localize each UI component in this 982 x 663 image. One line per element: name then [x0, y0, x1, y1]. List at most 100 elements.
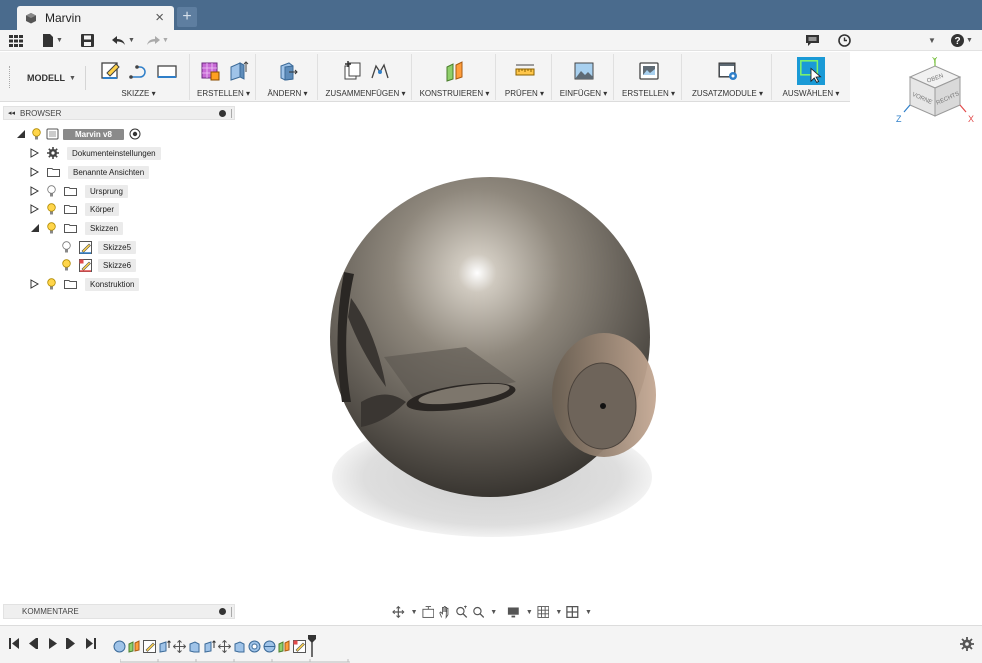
timeline-last-icon[interactable]	[86, 638, 96, 649]
create-sketch-icon[interactable]	[100, 60, 122, 82]
comments-add-icon[interactable]	[219, 608, 226, 615]
scripts-addins-icon[interactable]	[717, 60, 739, 82]
browser-item-document-settings[interactable]: Dokumenteinstellungen	[30, 145, 161, 161]
expanded-triangle-icon[interactable]	[16, 129, 26, 139]
timeline-sphere-feature-icon[interactable]	[113, 640, 126, 653]
insert-image-icon[interactable]	[573, 60, 595, 82]
close-tab-icon[interactable]: ×	[155, 9, 164, 26]
activate-radio-icon[interactable]	[129, 128, 141, 140]
timeline-marker-icon[interactable]	[308, 635, 316, 657]
visibility-bulb-icon[interactable]	[47, 203, 56, 215]
collapsed-triangle-icon[interactable]	[30, 204, 39, 214]
timeline-settings-gear-icon[interactable]	[960, 637, 974, 651]
history-clock-icon[interactable]	[838, 32, 851, 49]
undo-icon[interactable]: ▼	[112, 32, 135, 49]
render-icon[interactable]	[638, 60, 660, 82]
ribbon-grip[interactable]	[9, 66, 11, 88]
hidden-bulb-icon[interactable]	[47, 185, 56, 197]
browser-root-row[interactable]: Marvin v8	[16, 126, 141, 142]
timeline-sketch-feature-icon[interactable]	[143, 639, 156, 653]
ribbon-group-make[interactable]: ERSTELLEN ▾	[616, 54, 682, 100]
ribbon-group-modify[interactable]: ÄNDERN ▾	[258, 54, 318, 100]
visibility-bulb-icon[interactable]	[32, 128, 41, 140]
timeline-sketch6-feature-icon[interactable]	[293, 639, 306, 653]
timeline-move2-feature-icon[interactable]	[218, 639, 231, 653]
timeline-extrude-feature-icon[interactable]	[158, 639, 171, 653]
select-tool-icon[interactable]	[797, 57, 825, 85]
timeline-previous-icon[interactable]	[28, 638, 38, 649]
comment-icon[interactable]	[806, 32, 819, 49]
browser-item-label: Skizze6	[98, 258, 137, 272]
redo-icon[interactable]: ▼	[146, 32, 169, 49]
timeline-move-feature-icon[interactable]	[173, 639, 186, 653]
collapsed-triangle-icon[interactable]	[30, 167, 39, 177]
help-icon[interactable]: ? ▼	[951, 32, 973, 49]
timeline-track[interactable]	[113, 635, 316, 657]
ribbon-group-select[interactable]: AUSWÄHLEN ▾	[774, 54, 848, 100]
grid-settings-icon[interactable]	[537, 605, 550, 619]
new-tab-button[interactable]: +	[177, 7, 197, 27]
timeline-pressPull-feature-icon[interactable]	[188, 640, 201, 653]
line-tool-icon[interactable]	[128, 60, 150, 82]
new-component-icon[interactable]	[341, 60, 363, 82]
timeline-shell-feature-icon[interactable]	[248, 640, 261, 653]
display-settings-icon[interactable]	[507, 605, 520, 619]
ribbon-group-create[interactable]: ERSTELLEN ▾	[192, 54, 256, 100]
timeline-pressPull2-feature-icon[interactable]	[233, 640, 246, 653]
browser-item-bodies[interactable]: Körper	[30, 201, 120, 217]
ribbon-group-assemble[interactable]: ZUSAMMENFÜGEN ▾	[320, 54, 412, 100]
browser-item-construction[interactable]: Konstruktion	[30, 276, 140, 292]
save-icon[interactable]	[81, 32, 94, 49]
measure-icon[interactable]	[514, 60, 536, 82]
browser-item-sketch6[interactable]: Skizze6	[62, 257, 137, 273]
expanded-triangle-icon[interactable]	[30, 223, 40, 233]
ribbon-group-sketch[interactable]: SKIZZE ▾	[88, 54, 190, 100]
ribbon-group-insert[interactable]: EINFÜGEN ▾	[554, 54, 614, 100]
comments-resize-handle[interactable]	[231, 607, 232, 617]
browser-resize-handle[interactable]	[231, 109, 232, 118]
collapsed-triangle-icon[interactable]	[30, 186, 39, 196]
timeline-next-icon[interactable]	[66, 638, 76, 649]
file-menu-icon[interactable]: ▼	[42, 32, 63, 49]
comments-panel-header[interactable]: KOMMENTARE	[3, 604, 235, 619]
timeline-plane-feature-icon[interactable]	[128, 639, 141, 653]
timeline-extrude2-feature-icon[interactable]	[203, 639, 216, 653]
collapse-browser-icon[interactable]: ◂◂	[8, 109, 15, 117]
press-pull-icon[interactable]	[277, 60, 299, 82]
browser-item-sketches[interactable]: Skizzen	[30, 220, 124, 236]
extrude-icon[interactable]	[227, 60, 249, 82]
browser-item-named-views[interactable]: Benannte Ansichten	[30, 164, 150, 180]
collapsed-triangle-icon[interactable]	[30, 279, 39, 289]
hidden-bulb-icon[interactable]	[62, 241, 71, 253]
collapsed-triangle-icon[interactable]	[30, 148, 39, 158]
browser-item-origin[interactable]: Ursprung	[30, 183, 128, 199]
document-tab[interactable]: Marvin ×	[17, 6, 174, 30]
joint-icon[interactable]	[369, 60, 391, 82]
browser-panel-header[interactable]: ◂◂ BROWSER	[3, 106, 235, 120]
viewports-icon[interactable]	[566, 605, 579, 619]
account-dropdown-icon[interactable]: ▼	[926, 32, 936, 49]
look-at-icon[interactable]	[422, 605, 435, 619]
pan-hand-icon[interactable]	[438, 605, 451, 619]
fit-icon[interactable]	[472, 605, 485, 619]
timeline-first-icon[interactable]	[9, 638, 19, 649]
model-viewport[interactable]	[236, 102, 982, 625]
visibility-bulb-icon[interactable]	[47, 222, 56, 234]
timeline-play-icon[interactable]	[48, 638, 58, 649]
zoom-icon[interactable]	[455, 605, 468, 619]
visibility-bulb-icon[interactable]	[47, 278, 56, 290]
ribbon-group-addins[interactable]: ZUSATZMODULE ▾	[684, 54, 772, 100]
browser-pin-icon[interactable]	[219, 110, 226, 117]
browser-item-sketch5[interactable]: Skizze5	[62, 239, 137, 255]
timeline-split-feature-icon[interactable]	[263, 640, 276, 653]
workspace-switcher[interactable]: MODELL ▼	[18, 66, 86, 90]
app-grid-icon[interactable]	[9, 32, 23, 49]
rectangle-tool-icon[interactable]	[156, 60, 178, 82]
timeline-plane2-feature-icon[interactable]	[278, 639, 291, 653]
create-form-icon[interactable]	[199, 60, 221, 82]
ribbon-group-inspect[interactable]: PRÜFEN ▾	[498, 54, 552, 100]
visibility-bulb-icon[interactable]	[62, 259, 71, 271]
orbit-icon[interactable]	[392, 605, 405, 619]
ribbon-group-construct[interactable]: KONSTRUIEREN ▾	[414, 54, 496, 100]
offset-plane-icon[interactable]	[444, 60, 466, 82]
